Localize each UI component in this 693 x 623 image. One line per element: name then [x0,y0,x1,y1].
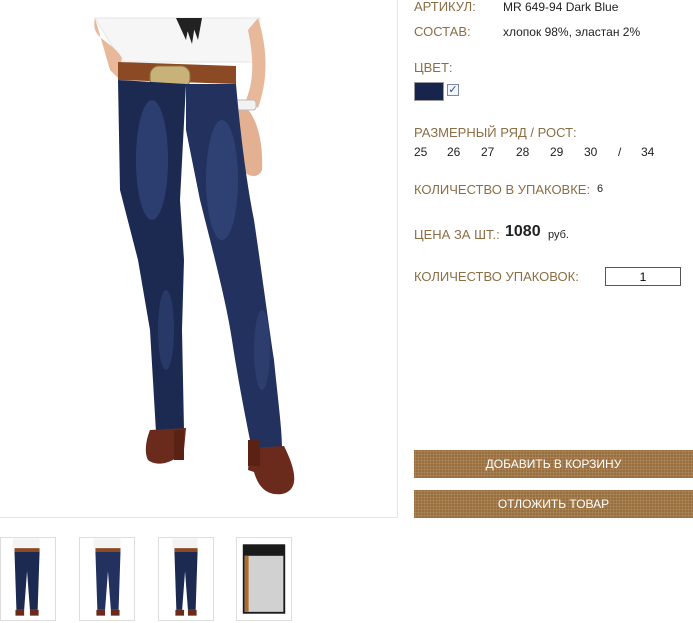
article-value: MR 649-94 Dark Blue [503,0,619,14]
composition-value: хлопок 98%, эластан 2% [503,25,641,39]
pack-quantity-value: 6 [597,183,604,195]
height-item: 34 [641,145,655,159]
packs-count-input[interactable] [605,267,681,286]
pack-quantity-label: КОЛИЧЕСТВО В УПАКОВКЕ: [414,182,591,197]
size-separator: / [618,145,622,159]
article-label: АРТИКУЛ: [414,0,476,14]
price-value: 1080 [505,223,541,240]
size-item: 30 [584,145,598,159]
add-to-cart-button[interactable]: ДОБАВИТЬ В КОРЗИНУ [414,450,693,478]
color-label: ЦВЕТ: [414,60,453,75]
price-label: ЦЕНА ЗА ШТ.: [414,227,500,242]
main-product-photo[interactable] [0,0,398,518]
color-swatch-dark-blue[interactable] [414,82,444,101]
size-item: 25 [414,145,428,159]
size-item: 26 [447,145,461,159]
size-item: 27 [481,145,495,159]
packs-count-label: КОЛИЧЕСТВО УПАКОВОК: [414,269,579,284]
size-range-label: РАЗМЕРНЫЙ РЯД / РОСТ: [414,125,577,140]
composition-label: СОСТАВ: [414,24,471,39]
thumbnail-back[interactable] [79,537,135,621]
thumbnail-front[interactable] [0,537,56,621]
size-item: 28 [516,145,530,159]
thumbnail-fabric[interactable] [236,537,292,621]
price-currency: руб. [548,229,569,241]
size-item: 29 [550,145,564,159]
color-checkbox[interactable]: ✓ [447,84,459,96]
postpone-item-button[interactable]: ОТЛОЖИТЬ ТОВАР [414,490,693,518]
thumbnail-side[interactable] [158,537,214,621]
